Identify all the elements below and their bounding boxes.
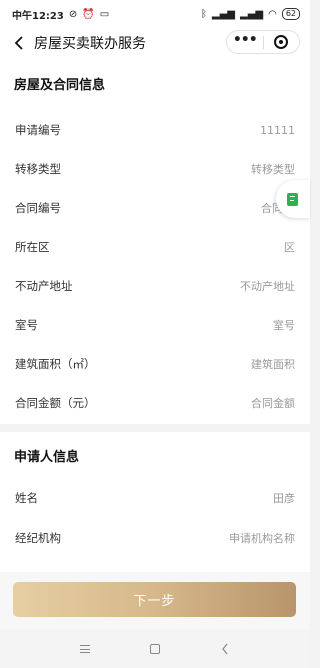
field-label: 经纪机构 [15,531,61,545]
floating-side-tab[interactable] [276,180,310,218]
back-button[interactable] [10,34,28,52]
status-right: ᛒ ▂▄▆ ▂▄▆ ◠ 62 [201,8,300,20]
home-square-icon [150,644,160,654]
system-back-button[interactable] [215,639,235,659]
field-row-transfer-type[interactable]: 转移类型 转移类型 [0,149,310,189]
bottom-action-bar: 下一步 [0,572,310,630]
chevron-left-icon [14,36,23,50]
message-icon: ▭ [99,8,110,20]
no-disturb-icon: ⊘ [68,8,78,20]
nav-bar: 房屋买卖联办服务 ••• [0,28,310,58]
field-value: 田彦 [273,492,295,505]
more-icon: ••• [232,32,258,48]
menu-icon [80,645,90,653]
signal-icon: ▂▄▆ [211,8,235,20]
field-label: 室号 [15,318,38,332]
bluetooth-icon: ᛒ [200,8,207,20]
next-step-button[interactable]: 下一步 [13,582,296,617]
field-label: 建筑面积（㎡） [15,357,96,371]
target-circle-icon [274,35,289,49]
field-label: 所在区 [15,240,50,254]
field-row-district[interactable]: 所在区 区 [0,227,310,267]
more-button[interactable]: ••• [227,31,263,53]
section-title: 房屋及合同信息 [14,78,106,93]
signal-icon: ▂▄▆ [240,8,264,20]
field-label: 合同金额（元） [15,396,96,410]
home-button[interactable] [145,639,165,659]
system-nav-bar [0,630,310,668]
field-row-contract-no[interactable]: 合同编号 合同 [0,188,310,228]
field-value: 区 [284,241,295,254]
field-value: 不动产地址 [240,280,295,293]
chevron-left-icon [222,643,228,655]
field-value: 合同金额 [251,397,295,410]
field-row-application-no[interactable]: 申请编号 11111 [0,110,310,150]
field-row-contract-amount[interactable]: 合同金额（元） 合同金额 [0,383,310,423]
wifi-icon: ◠ [268,8,277,20]
field-label: 不动产地址 [15,279,73,293]
field-row-floor-area[interactable]: 建筑面积（㎡） 建筑面积 [0,344,310,384]
status-bar: 中午12:23 ⊘ ⏰ ▭ ᛒ ▂▄▆ ▂▄▆ ◠ 62 [0,0,310,28]
field-label: 姓名 [15,491,38,505]
document-icon [287,192,298,206]
mini-program-capsule: ••• [226,30,300,54]
field-row-room-no[interactable]: 室号 室号 [0,305,310,345]
menu-button[interactable] [75,639,95,659]
field-value: 11111 [260,123,295,137]
field-value: 转移类型 [251,163,295,176]
applicant-section: 申请人信息 姓名 田彦 经纪机构 申请机构名称 [0,432,310,572]
field-row-property-address[interactable]: 不动产地址 不动产地址 [0,266,310,306]
page-title: 房屋买卖联办服务 [34,36,146,52]
status-left: 中午12:23 ⊘ ⏰ ▭ [12,7,109,22]
field-value: 申请机构名称 [229,532,295,545]
field-value: 室号 [273,319,295,332]
field-label: 申请编号 [15,123,61,137]
section-title: 申请人信息 [14,450,80,465]
field-row-agency[interactable]: 经纪机构 申请机构名称 [0,518,310,558]
house-contract-section: 房屋及合同信息 申请编号 11111 转移类型 转移类型 合同编号 合同 所在区… [0,58,310,424]
field-label: 合同编号 [15,201,61,215]
close-mini-program-button[interactable] [264,31,300,53]
status-time: 中午12:23 [12,10,64,22]
alarm-icon: ⏰ [82,8,95,20]
battery-indicator: 62 [281,8,300,20]
field-value: 建筑面积 [251,358,295,371]
field-label: 转移类型 [15,162,61,176]
field-row-name[interactable]: 姓名 田彦 [0,478,310,518]
